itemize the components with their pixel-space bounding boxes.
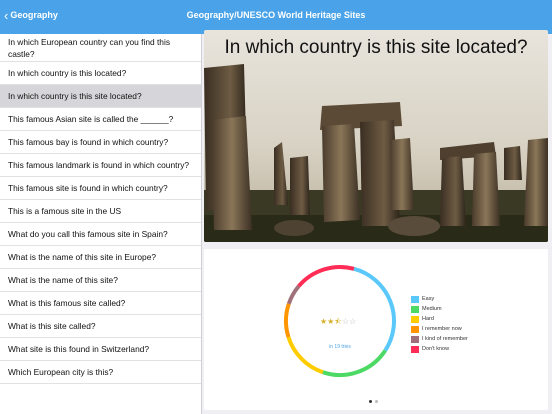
donut-segment-i-remember-now xyxy=(284,303,291,338)
split-divider xyxy=(201,34,202,414)
legend-label: I kind of remember xyxy=(422,336,468,342)
donut-segment-don-t-know xyxy=(297,265,355,288)
legend-label: Easy xyxy=(422,296,435,302)
legend-swatch xyxy=(411,315,419,323)
legend-label: I remember now xyxy=(422,326,462,332)
question-list-item[interactable]: What is this site called? xyxy=(0,315,201,338)
question-list-item-label: What is the name of this site? xyxy=(8,275,118,285)
legend-label: Hard xyxy=(422,316,434,322)
legend-swatch xyxy=(411,295,419,303)
navigation-bar: ‹ Geography Geography/UNESCO World Herit… xyxy=(0,0,552,34)
legend-item: Don't know xyxy=(411,344,468,354)
stonehenge-photo xyxy=(204,30,548,242)
donut-segment-hard xyxy=(286,336,324,375)
question-list-item[interactable]: In which country is this located? xyxy=(0,62,201,85)
page-dot[interactable] xyxy=(375,400,378,403)
question-list-item[interactable]: This famous site is found in which count… xyxy=(0,177,201,200)
legend-item: Medium xyxy=(411,304,468,314)
question-list-item[interactable]: This famous Asian site is called the ___… xyxy=(0,108,201,131)
question-list-item-label: What is this site called? xyxy=(8,321,96,331)
page-title: Geography/UNESCO World Heritage Sites xyxy=(186,10,366,20)
legend-swatch xyxy=(411,345,419,353)
question-list-item-label: What site is this found in Switzerland? xyxy=(8,344,150,354)
question-list[interactable]: In which European country can you find t… xyxy=(0,34,201,414)
question-list-item[interactable]: What is this famous site called? xyxy=(0,292,201,315)
question-list-item[interactable]: This famous landmark is found in which c… xyxy=(0,154,201,177)
question-list-item[interactable]: This famous bay is found in which countr… xyxy=(0,131,201,154)
question-list-item-label: This is a famous site in the US xyxy=(8,206,122,216)
question-text: In which country is this site located? xyxy=(224,37,528,58)
legend-item: I remember now xyxy=(411,324,468,334)
star-rating: ★★⯪☆☆ xyxy=(320,316,356,330)
question-list-item-label: In which European country can you find t… xyxy=(8,36,171,59)
page-indicator[interactable] xyxy=(369,400,378,403)
donut-segment-easy xyxy=(353,266,396,352)
donut-segment-i-kind-of-remember xyxy=(286,284,301,305)
question-list-item-label: Which European city is this? xyxy=(8,367,114,377)
chart-legend: Easy Medium Hard I remember now I kind of re… xyxy=(411,294,468,354)
question-list-item[interactable]: This is a famous site in the US xyxy=(0,200,201,223)
question-list-item-label: What is this famous site called? xyxy=(8,298,126,308)
donut-segment-medium xyxy=(322,349,387,377)
question-list-item-label: In which country is this site located? xyxy=(8,91,142,101)
tries-count: in 19 tries xyxy=(329,344,351,350)
legend-label: Don't know xyxy=(422,346,450,352)
legend-label: Medium xyxy=(422,306,442,312)
star-icon: ☆ xyxy=(349,317,357,326)
question-list-item[interactable]: What is the name of this site? xyxy=(0,269,201,292)
star-icon: ⯪ xyxy=(334,317,342,326)
question-list-item[interactable]: Which European city is this? xyxy=(0,361,201,384)
question-list-item[interactable]: What is the name of this site in Europe? xyxy=(0,246,201,269)
legend-item: Easy xyxy=(411,294,468,304)
legend-item: I kind of remember xyxy=(411,334,468,344)
question-list-item-label: What do you call this famous site in Spa… xyxy=(8,229,168,239)
legend-swatch xyxy=(411,325,419,333)
question-list-item[interactable]: In which European country can you find t… xyxy=(0,34,201,62)
question-list-item-label: This famous Asian site is called the ___… xyxy=(8,114,174,124)
question-list-item-label: What is the name of this site in Europe? xyxy=(8,252,157,262)
question-list-item[interactable]: In which country is this site located? xyxy=(0,85,201,108)
question-list-item-label: This famous site is found in which count… xyxy=(8,183,168,193)
question-card: In which country is this site located? xyxy=(204,30,548,242)
page-dot[interactable] xyxy=(369,400,372,403)
legend-item: Hard xyxy=(411,314,468,324)
question-list-item[interactable]: What do you call this famous site in Spa… xyxy=(0,223,201,246)
question-list-item-label: This famous bay is found in which countr… xyxy=(8,137,169,147)
question-list-item-label: In which country is this located? xyxy=(8,68,127,78)
legend-swatch xyxy=(411,305,419,313)
legend-swatch xyxy=(411,335,419,343)
question-list-item-label: This famous landmark is found in which c… xyxy=(8,160,190,170)
question-list-item[interactable]: What site is this found in Switzerland? xyxy=(0,338,201,361)
